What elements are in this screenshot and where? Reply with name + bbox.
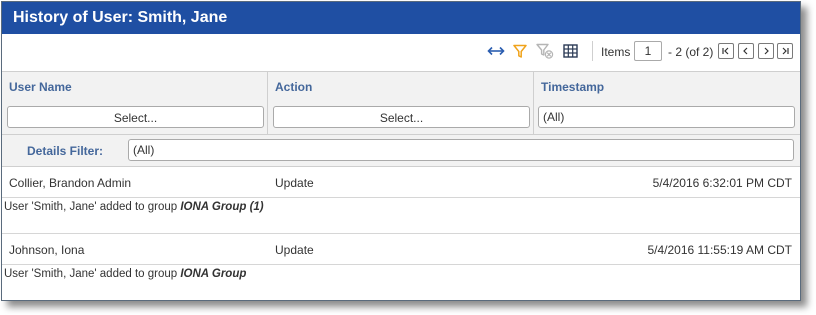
last-page-button[interactable] <box>777 43 793 59</box>
column-header-user-name[interactable]: User Name <box>2 72 268 102</box>
action-filter-select[interactable]: Select... <box>273 106 530 128</box>
action-filter-cell: Select... <box>268 102 534 134</box>
column-filter-row: Select... Select... (All) <box>2 102 800 135</box>
details-filter-input[interactable]: (All) <box>128 139 794 161</box>
row-action: Update <box>275 176 314 190</box>
grid-toolbar: Items - 2 (of 2) <box>2 34 800 70</box>
toolbar-divider <box>592 41 593 61</box>
items-label: Items <box>601 45 631 59</box>
first-page-button[interactable] <box>718 43 734 59</box>
column-header-action[interactable]: Action <box>268 72 534 102</box>
row-timestamp: 5/4/2016 11:55:19 AM CDT <box>647 243 792 257</box>
next-page-button[interactable] <box>758 43 774 59</box>
column-header-row: User Name Action Timestamp <box>2 71 800 103</box>
row-detail-group: IONA Group <box>180 268 247 280</box>
window-title: History of User: Smith, Jane <box>2 2 800 34</box>
timestamp-filter-cell: (All) <box>534 102 800 134</box>
history-window: History of User: Smith, Jane Items 1 - 2… <box>1 1 801 301</box>
row-detail-text: User 'Smith, Jane' added to group <box>4 268 181 280</box>
table-row[interactable]: Collier, Brandon Admin Update 5/4/2016 6… <box>2 167 800 198</box>
row-detail-group: IONA Group (1) <box>180 201 264 213</box>
user-name-filter-cell: Select... <box>2 102 268 134</box>
page-number-input[interactable] <box>634 41 662 61</box>
expand-arrows-icon[interactable] <box>487 42 505 60</box>
details-filter-label: Details Filter: <box>27 144 104 158</box>
row-user-name: Collier, Brandon Admin <box>9 176 132 190</box>
row-action: Update <box>275 243 314 257</box>
filter-icon[interactable] <box>511 42 529 60</box>
clear-filter-icon <box>536 42 554 60</box>
prev-page-button[interactable] <box>738 43 754 59</box>
row-detail: User 'Smith, Jane' added to group IONA G… <box>2 265 800 300</box>
row-detail-text: User 'Smith, Jane' added to group <box>4 201 181 213</box>
details-filter-row: Details Filter: (All) <box>2 135 800 167</box>
row-user-name: Johnson, Iona <box>9 243 85 257</box>
timestamp-filter-input[interactable]: (All) <box>538 106 795 128</box>
row-timestamp: 5/4/2016 6:32:01 PM CDT <box>652 176 792 190</box>
page-range-text: - 2 (of 2) <box>668 45 714 59</box>
user-name-filter-select[interactable]: Select... <box>7 106 264 128</box>
row-detail: User 'Smith, Jane' added to group IONA G… <box>2 198 800 234</box>
grid-columns-icon[interactable] <box>561 42 579 60</box>
column-header-timestamp[interactable]: Timestamp <box>534 72 800 102</box>
table-row[interactable]: Johnson, Iona Update 5/4/2016 11:55:19 A… <box>2 234 800 265</box>
